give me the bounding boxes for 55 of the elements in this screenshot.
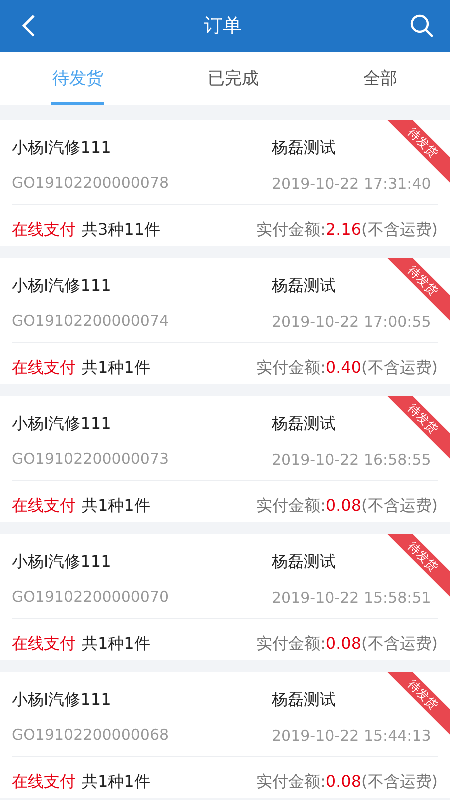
payment-method: 在线支付: [12, 220, 76, 240]
amount-note: (不含运费): [362, 496, 438, 514]
back-icon[interactable]: [22, 14, 36, 38]
amount-label: 实付金额:: [256, 772, 326, 790]
shop-name: 小杨I汽修111: [12, 690, 112, 710]
customer-name: 杨磊测试: [272, 552, 336, 570]
amount-label: 实付金额:: [256, 358, 326, 376]
item-count: 共1种1件: [82, 496, 150, 516]
payment-method: 在线支付: [12, 496, 76, 516]
order-number: GO19102200000070: [12, 588, 170, 606]
order-number: GO19102200000074: [12, 312, 170, 330]
order-time: 2019-10-22 17:00:55: [272, 312, 432, 330]
customer-name: 杨磊测试: [272, 414, 336, 432]
order-time: 2019-10-22 17:31:40: [272, 174, 432, 192]
order-card[interactable]: 小杨I汽修111 杨磊测试 GO19102200000070 2019-10-22 15:58:51 在线支付 共1种1件 实付金额:0.08(不含运费) 待发货: [0, 534, 450, 660]
amount-value: 0.08: [326, 634, 362, 652]
item-count: 共1种1件: [82, 358, 150, 378]
amount-note: (不含运费): [362, 634, 438, 652]
item-count: 共1种1件: [82, 634, 150, 654]
amount-value: 2.16: [326, 220, 362, 238]
page-title: 订单: [204, 14, 242, 39]
payment-method: 在线支付: [12, 358, 76, 378]
order-time: 2019-10-22 15:44:13: [272, 726, 432, 744]
amount-note: (不含运费): [362, 220, 438, 238]
item-count: 共3种11件: [82, 220, 161, 240]
order-card[interactable]: 小杨I汽修111 杨磊测试 GO19102200000068 2019-10-22 15:44:13 在线支付 共1种1件 实付金额:0.08(不含运费) 待发货: [0, 672, 450, 798]
amount-label: 实付金额:: [256, 220, 326, 238]
shop-name: 小杨I汽修111: [12, 414, 112, 434]
amount-label: 实付金额:: [256, 634, 326, 652]
payment-method: 在线支付: [12, 634, 76, 654]
amount-value: 0.08: [326, 772, 362, 790]
customer-name: 杨磊测试: [272, 138, 336, 156]
item-count: 共1种1件: [82, 772, 150, 792]
tab[interactable]: 已完成: [206, 52, 260, 105]
customer-name: 杨磊测试: [272, 276, 336, 294]
search-icon[interactable]: [410, 14, 434, 38]
order-number: GO19102200000073: [12, 450, 170, 468]
order-card[interactable]: 小杨I汽修111 杨磊测试 GO19102200000073 2019-10-22 16:58:55 在线支付 共1种1件 实付金额:0.08(不含运费) 待发货: [0, 396, 450, 522]
order-time: 2019-10-22 16:58:55: [272, 450, 432, 468]
amount-value: 0.40: [326, 358, 362, 376]
order-time: 2019-10-22 15:58:51: [272, 588, 432, 606]
shop-name: 小杨I汽修111: [12, 276, 112, 296]
shop-name: 小杨I汽修111: [12, 138, 112, 158]
amount-label: 实付金额:: [256, 496, 326, 514]
amount-note: (不含运费): [362, 772, 438, 790]
order-number: GO19102200000078: [12, 174, 170, 192]
payment-method: 在线支付: [12, 772, 76, 792]
tab[interactable]: 全部: [362, 52, 399, 105]
order-card[interactable]: 小杨I汽修111 杨磊测试 GO19102200000078 2019-10-22 17:31:40 在线支付 共3种11件 实付金额:2.16(不含运费) 待发货: [0, 120, 450, 246]
order-card[interactable]: 小杨I汽修111 杨磊测试 GO19102200000074 2019-10-22 17:00:55 在线支付 共1种1件 实付金额:0.40(不含运费) 待发货: [0, 258, 450, 384]
amount-value: 0.08: [326, 496, 362, 514]
amount-note: (不含运费): [362, 358, 438, 376]
shop-name: 小杨I汽修111: [12, 552, 112, 572]
customer-name: 杨磊测试: [272, 690, 336, 708]
order-number: GO19102200000068: [12, 726, 170, 744]
